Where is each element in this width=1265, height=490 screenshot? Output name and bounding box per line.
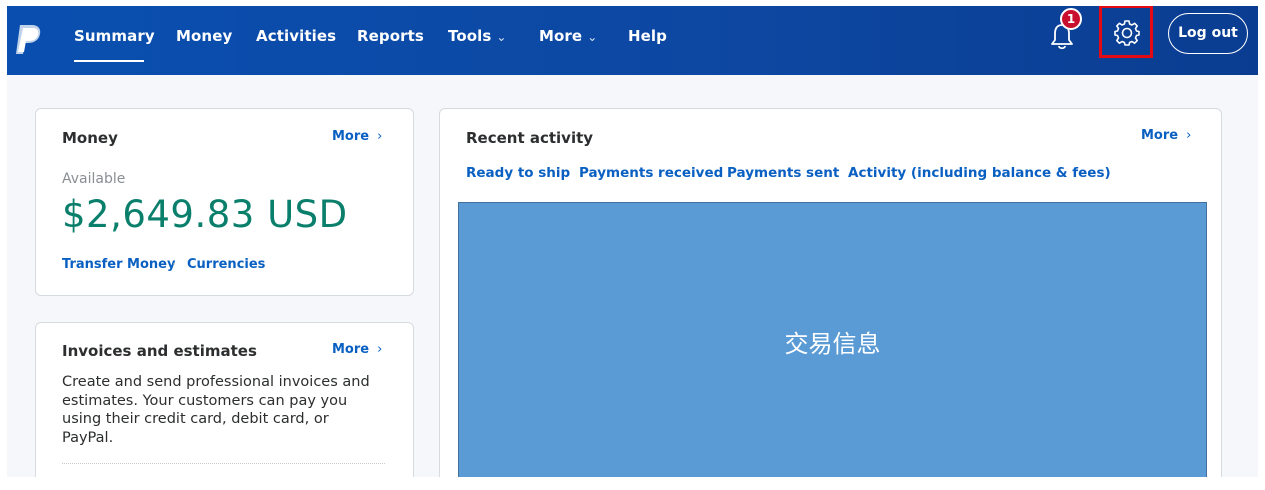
money-card: Money More › Available $2,649.83 USD Tran… [35, 108, 414, 296]
nav-activities[interactable]: Activities [256, 27, 336, 45]
nav-summary[interactable]: Summary [74, 27, 155, 45]
nav-tools[interactable]: Tools ⌄ [448, 27, 507, 45]
chevron-right-icon: › [1186, 128, 1192, 143]
chevron-right-icon: › [377, 342, 383, 357]
top-nav: Summary Money Activities Reports Tools ⌄ … [7, 6, 1258, 75]
invoices-description: Create and send professional invoices an… [62, 374, 370, 446]
recent-activity-title: Recent activity [466, 129, 594, 147]
app-frame: Summary Money Activities Reports Tools ⌄ … [7, 6, 1258, 477]
tab-activity-all[interactable]: Activity (including balance & fees) [848, 165, 1111, 181]
divider [62, 463, 385, 464]
active-nav-underline [74, 60, 144, 62]
chevron-right-icon: › [377, 129, 383, 144]
nav-money[interactable]: Money [176, 27, 232, 45]
tab-payments-received[interactable]: Payments received [579, 165, 723, 181]
transaction-info-placeholder: 交易信息 [458, 202, 1207, 477]
paypal-logo[interactable] [12, 23, 44, 57]
gear-icon [1114, 20, 1140, 46]
nav-tools-label: Tools [448, 27, 492, 45]
money-card-title: Money [62, 129, 118, 147]
invoices-card: Invoices and estimates More › Create and … [35, 322, 414, 477]
money-more-link[interactable]: More › [332, 129, 382, 144]
chevron-down-icon: ⌄ [587, 30, 598, 44]
link-separator: · [172, 257, 176, 271]
nav-more[interactable]: More ⌄ [539, 27, 597, 45]
currencies-link[interactable]: Currencies [187, 257, 265, 272]
nav-reports[interactable]: Reports [357, 27, 424, 45]
nav-help[interactable]: Help [628, 27, 667, 45]
transfer-money-link[interactable]: Transfer Money [62, 257, 175, 272]
tab-ready-to-ship[interactable]: Ready to ship [466, 165, 570, 181]
placeholder-text: 交易信息 [784, 330, 881, 358]
activity-more-label: More [1141, 128, 1179, 143]
settings-button[interactable] [1099, 6, 1153, 58]
money-more-label: More [332, 129, 370, 144]
invoices-card-title: Invoices and estimates [62, 342, 257, 360]
balance-amount: $2,649.83 USD [62, 193, 348, 236]
notification-badge: 1 [1060, 8, 1082, 30]
activity-more-link[interactable]: More › [1141, 128, 1191, 143]
logout-button[interactable]: Log out [1168, 13, 1248, 54]
invoices-more-link[interactable]: More › [332, 342, 382, 357]
available-label: Available [62, 171, 126, 187]
chevron-down-icon: ⌄ [496, 30, 507, 44]
invoices-more-label: More [332, 342, 370, 357]
nav-more-label: More [539, 27, 583, 45]
tab-payments-sent[interactable]: Payments sent [727, 165, 839, 181]
